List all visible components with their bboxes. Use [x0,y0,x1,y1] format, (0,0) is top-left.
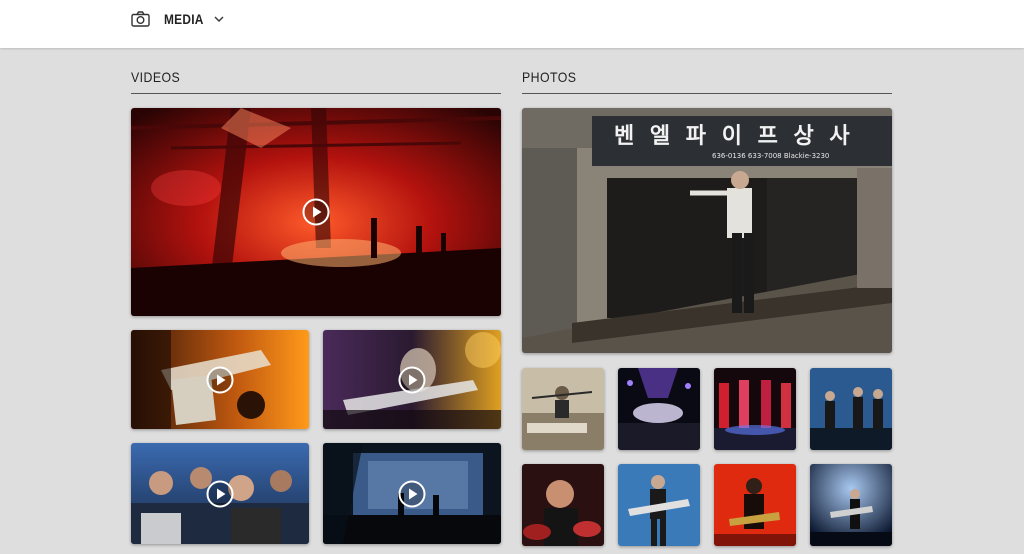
photo-thumbnail-7[interactable] [618,464,700,546]
play-icon[interactable] [398,480,426,508]
photos-title: PHOTOS [522,69,577,85]
play-icon[interactable] [398,366,426,394]
photo-thumbnail-6[interactable] [522,464,604,546]
photo-2-image [522,368,604,450]
photo-6-image [522,464,604,546]
play-icon[interactable] [302,198,330,226]
photos-divider [522,93,892,94]
photo-9-image [810,464,892,546]
store-sign-numbers: 636-0136 633-7008 Blackie-3230 [712,152,830,160]
photo-3-image [618,368,700,450]
photo-thumbnail-9[interactable] [810,464,892,546]
photo-thumbnail-1[interactable]: 벤 엘 파 이 프 상 사 636-0136 633-7008 Blackie-… [522,108,892,353]
photo-thumbnail-3[interactable] [618,368,700,450]
top-bar: MEDIA [0,0,1024,48]
media-dropdown[interactable]: MEDIA [131,9,225,29]
photo-thumbnail-8[interactable] [714,464,796,546]
photo-4-image [714,368,796,450]
camera-icon [131,11,150,27]
video-thumbnail-4[interactable] [131,443,309,544]
video-thumbnail-5[interactable] [323,443,501,544]
chevron-down-icon [214,16,224,22]
photo-5-image [810,368,892,450]
video-thumbnail-2[interactable] [131,330,309,429]
photo-thumbnail-5[interactable] [810,368,892,450]
photo-thumbnail-2[interactable] [522,368,604,450]
play-icon[interactable] [206,366,234,394]
store-sign-text: 벤 엘 파 이 프 상 사 [614,124,854,149]
media-label: MEDIA [164,11,204,27]
videos-divider [131,93,501,94]
video-thumbnail-1[interactable] [131,108,501,316]
videos-title: VIDEOS [131,69,181,85]
photo-8-image [714,464,796,546]
photo-7-image [618,464,700,546]
photo-thumbnail-4[interactable] [714,368,796,450]
play-icon[interactable] [206,480,234,508]
video-thumbnail-3[interactable] [323,330,501,429]
